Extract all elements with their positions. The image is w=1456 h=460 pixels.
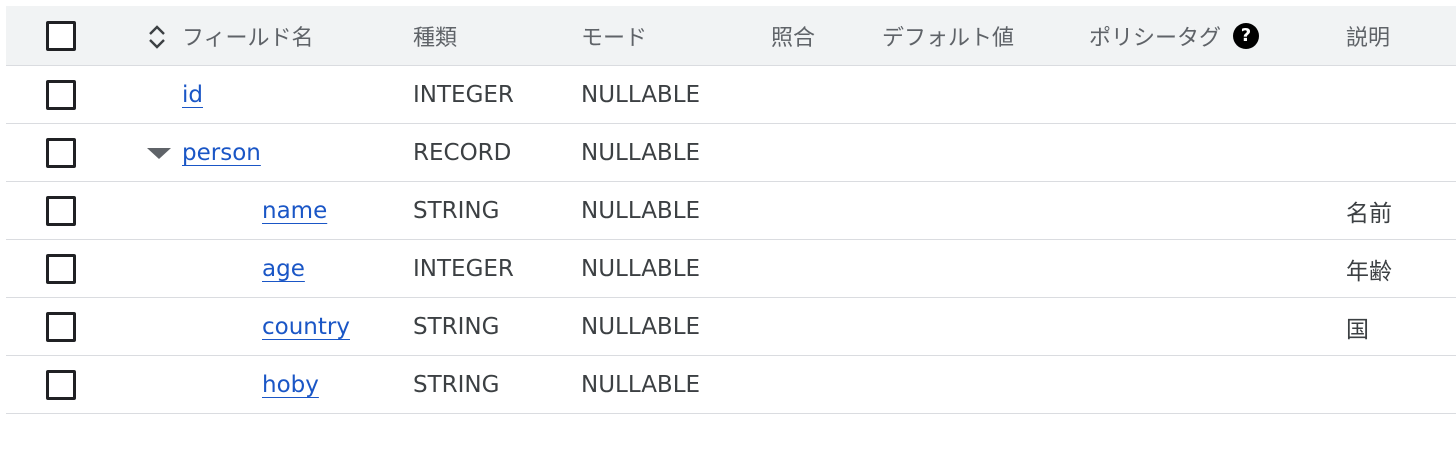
arrow-drop-down-icon[interactable] [147,148,171,160]
description-cell: 年齢 [1346,258,1392,285]
type-cell: STRING [413,197,500,224]
field-name-cell: country [262,298,350,355]
header-default-value: デフォルト値 [882,25,1015,51]
schema-table: フィールド名 種類 モード 照合 デフォルト値 ポリシータグ ? 説明 id I… [6,6,1456,414]
row-checkbox[interactable] [46,79,76,110]
table-row: age INTEGER NULLABLE 年齢 [6,240,1456,298]
table-row: name STRING NULLABLE 名前 [6,182,1456,240]
field-name-cell: hoby [262,356,319,413]
field-name-cell: id [182,66,203,123]
field-name-link[interactable]: person [182,140,261,166]
header-collation: 照合 [771,25,816,51]
unfold-more-icon[interactable] [146,23,168,51]
type-cell: RECORD [413,139,512,166]
row-checkbox[interactable] [46,137,76,168]
mode-cell: NULLABLE [581,197,701,224]
field-name-cell: age [262,240,305,297]
type-cell: STRING [413,313,500,340]
table-header: フィールド名 種類 モード 照合 デフォルト値 ポリシータグ ? 説明 [6,6,1456,66]
row-checkbox[interactable] [46,311,76,342]
type-cell: INTEGER [413,255,514,282]
mode-cell: NULLABLE [581,81,701,108]
type-cell: INTEGER [413,81,514,108]
description-cell: 国 [1346,316,1369,343]
header-mode: モード [581,25,648,51]
header-policy-tag: ポリシータグ ? [1089,6,1260,65]
field-name-link[interactable]: hoby [262,372,319,398]
help-circle-icon[interactable]: ? [1233,22,1260,49]
table-row: country STRING NULLABLE 国 [6,298,1456,356]
type-cell: STRING [413,371,500,398]
description-cell: 名前 [1346,200,1392,227]
table-row: hoby STRING NULLABLE [6,356,1456,414]
mode-cell: NULLABLE [581,255,701,282]
table-row: person RECORD NULLABLE [6,124,1456,182]
mode-cell: NULLABLE [581,313,701,340]
table-row: id INTEGER NULLABLE [6,66,1456,124]
field-name-link[interactable]: country [262,314,350,340]
field-name-link[interactable]: id [182,82,203,108]
header-type: 種類 [413,25,458,51]
select-all-checkbox[interactable] [46,20,76,51]
header-policy-tag-label: ポリシータグ [1089,25,1222,51]
field-name-cell: person [182,124,261,181]
row-checkbox[interactable] [46,369,76,400]
row-checkbox[interactable] [46,253,76,284]
header-description: 説明 [1346,25,1391,51]
field-name-link[interactable]: name [262,198,327,224]
header-field-name[interactable]: フィールド名 [182,6,314,65]
field-name-link[interactable]: age [262,256,305,282]
mode-cell: NULLABLE [581,139,701,166]
row-checkbox[interactable] [46,195,76,226]
mode-cell: NULLABLE [581,371,701,398]
field-name-cell: name [262,182,327,239]
